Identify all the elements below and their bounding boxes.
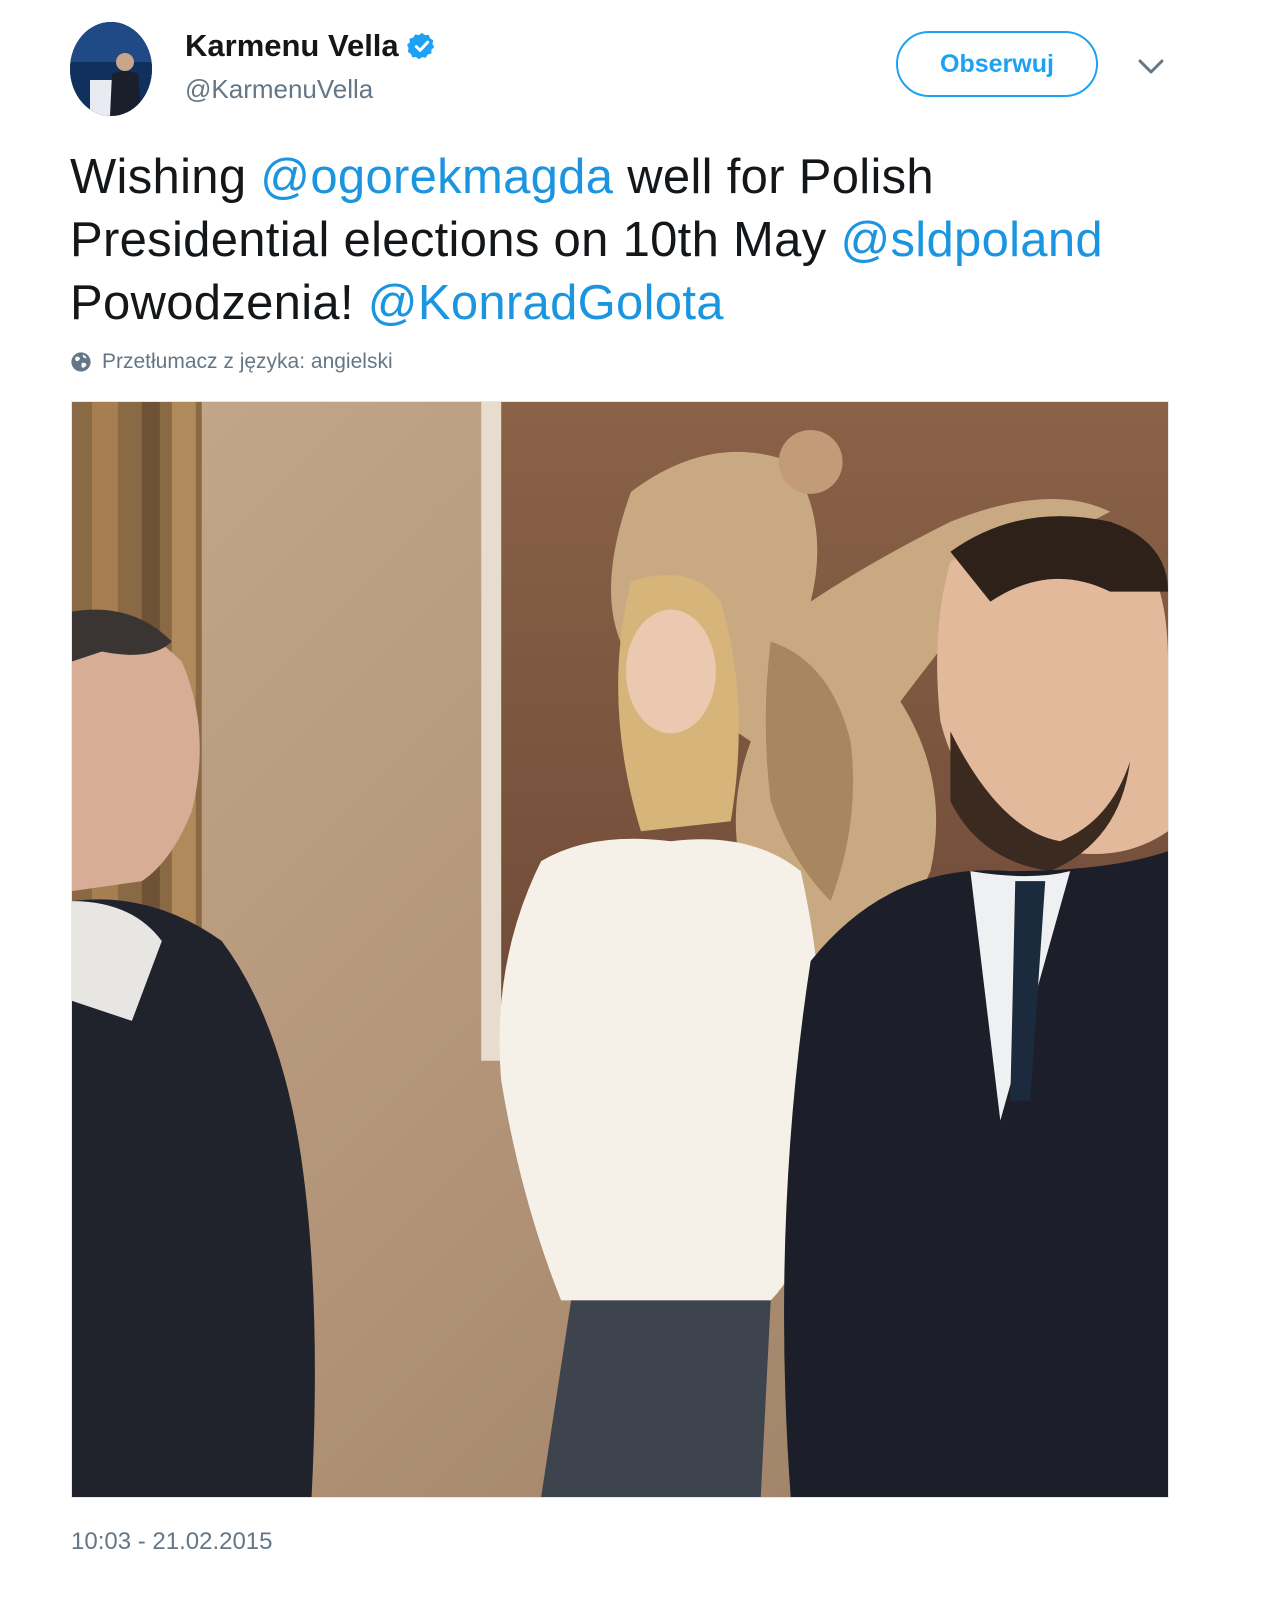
translate-link[interactable]: Przetłumacz z języka: angielski (70, 350, 393, 374)
mention-link[interactable]: @KonradGolota (368, 276, 724, 330)
follow-button[interactable]: Obserwuj (896, 31, 1098, 97)
translate-label[interactable]: Przetłumacz z języka: angielski (102, 350, 393, 374)
avatar[interactable] (70, 22, 152, 116)
author-display-name[interactable]: Karmenu Vella (185, 28, 399, 64)
tweet-text-part: Wishing (70, 150, 261, 204)
tweet-text: Wishing @ogorekmagda well for Polish Pre… (70, 146, 1180, 335)
tweet-header: Karmenu Vella @KarmenuVella Obserwuj (70, 22, 1180, 118)
mention-link[interactable]: @ogorekmagda (260, 150, 613, 204)
photo-illustration (72, 402, 1168, 1497)
globe-icon (71, 352, 91, 372)
tweet-text-part: Powodzenia! (70, 276, 368, 330)
tweet-photo[interactable] (71, 401, 1169, 1498)
mention-link[interactable]: @sldpoland (840, 213, 1103, 267)
tweet-timestamp[interactable]: 10:03 - 21.02.2015 (71, 1528, 273, 1556)
author-handle[interactable]: @KarmenuVella (185, 74, 437, 105)
chevron-down-icon[interactable] (1138, 58, 1164, 76)
verified-badge-icon (406, 32, 434, 60)
